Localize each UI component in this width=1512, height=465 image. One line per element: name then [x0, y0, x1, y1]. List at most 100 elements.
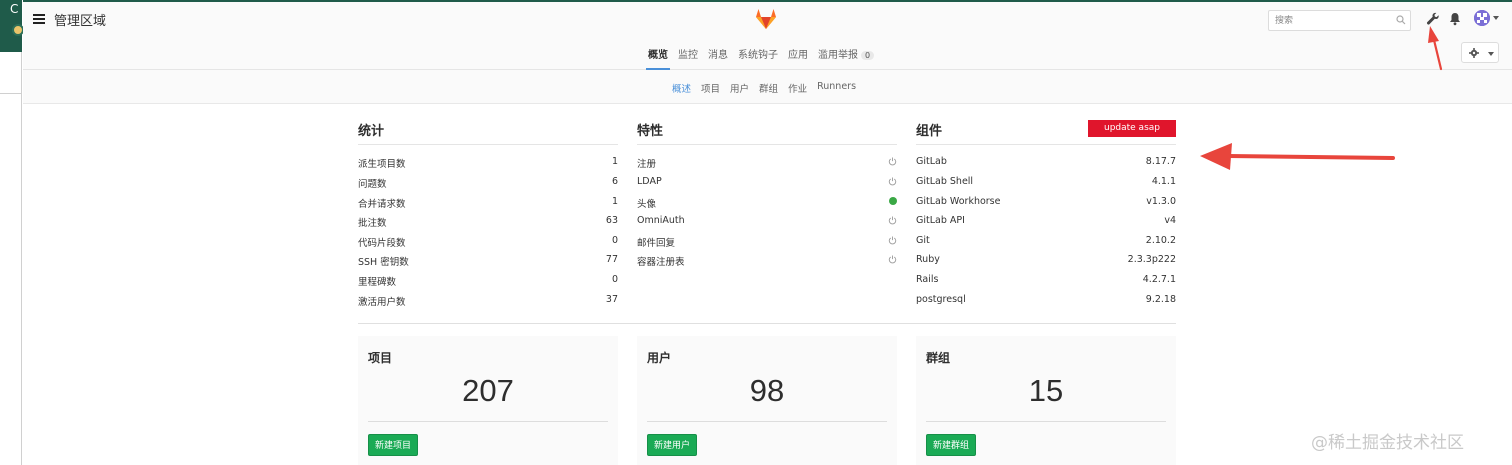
component-version: 9.2.18	[1145, 294, 1176, 305]
watermark-text: @稀土掘金技术社区	[1311, 433, 1464, 453]
stat-value: 0	[611, 235, 618, 246]
subnav-item-runners[interactable]: Runners	[812, 70, 861, 104]
stat-label: 问题数	[358, 179, 387, 190]
admin-wrench-icon[interactable]	[1426, 12, 1440, 26]
new-group-button[interactable]: 新建群组	[926, 434, 977, 456]
tab-label: 监控	[678, 50, 698, 61]
new-project-button[interactable]: 新建项目	[368, 434, 419, 456]
divider	[358, 144, 618, 145]
statistics-title: 统计	[358, 124, 385, 139]
component-version: 4.1.1	[1151, 176, 1176, 187]
gitlab-logo-icon[interactable]	[754, 7, 778, 31]
feature-label: 容器注册表	[637, 257, 685, 268]
menu-toggle-button[interactable]	[33, 14, 45, 24]
subnav-item-jobs[interactable]: 作业	[783, 70, 812, 104]
component-version: v1.3.0	[1146, 196, 1176, 207]
subnav-item-overview[interactable]: 概述	[667, 70, 696, 104]
tab-applications[interactable]: 应用	[783, 38, 813, 70]
feature-label: 头像	[637, 199, 657, 210]
component-row: GitLab Shell 4.1.1	[916, 176, 1176, 196]
component-version: 4.2.7.1	[1142, 274, 1176, 285]
feature-label: 注册	[637, 159, 657, 170]
stat-label: SSH 密钥数	[358, 257, 409, 268]
component-row: GitLab 8.17.7	[916, 156, 1176, 176]
subnav-item-groups[interactable]: 群组	[754, 70, 783, 104]
abuse-count-badge: 0	[861, 51, 875, 60]
stat-label: 里程碑数	[358, 277, 397, 288]
tab-system-hooks[interactable]: 系统钩子	[733, 38, 783, 70]
stat-value: 6	[611, 176, 618, 187]
gear-icon	[1469, 48, 1479, 58]
power-off-icon	[888, 255, 897, 264]
tab-label: 消息	[708, 50, 728, 61]
stat-label: 激活用户数	[358, 297, 406, 308]
feature-label: LDAP	[637, 176, 662, 187]
top-header: 管理区域 搜索 概览 监控 消息 系统钩子 应用 滥用举报 0	[23, 2, 1512, 70]
tab-messages[interactable]: 消息	[703, 38, 733, 70]
feature-row: 注册	[637, 156, 897, 176]
stat-value: 63	[605, 215, 618, 226]
card-title: 用户	[647, 351, 672, 365]
component-label: Rails	[916, 274, 939, 285]
groups-count: 15	[1028, 373, 1064, 408]
component-version: 2.3.3p222	[1127, 254, 1176, 265]
component-version: 2.10.2	[1145, 235, 1176, 246]
card-title: 群组	[926, 351, 951, 365]
component-version: 8.17.7	[1145, 156, 1176, 167]
power-off-icon	[888, 236, 897, 245]
component-row: GitLab Workhorse v1.3.0	[916, 196, 1176, 216]
subnav-item-projects[interactable]: 项目	[696, 70, 725, 104]
feature-row: OmniAuth	[637, 215, 897, 235]
power-off-icon	[888, 177, 897, 186]
tab-label: 系统钩子	[738, 50, 778, 61]
divider	[647, 421, 887, 422]
update-asap-button[interactable]: update asap	[1088, 120, 1176, 137]
component-row: Ruby 2.3.3p222	[916, 254, 1176, 274]
users-card: 用户 98 新建用户	[637, 336, 897, 465]
feature-label: OmniAuth	[637, 215, 685, 226]
feature-row: 邮件回复	[637, 235, 897, 255]
page-title: 管理区域	[54, 14, 107, 29]
stat-label: 批注数	[358, 218, 387, 229]
notification-bell-icon[interactable]	[1449, 12, 1461, 26]
stat-value: 37	[605, 294, 618, 305]
search-input[interactable]	[1268, 10, 1411, 31]
features-title: 特性	[637, 124, 664, 139]
component-row: postgresql 9.2.18	[916, 294, 1176, 314]
stat-row: 批注数 63	[358, 215, 618, 235]
component-label: GitLab Workhorse	[916, 196, 1001, 207]
avatar-pattern-icon	[1474, 10, 1490, 26]
gitlab-admin-app: 管理区域 搜索 概览 监控 消息 系统钩子 应用 滥用举报 0 概述 项目 用户…	[23, 0, 1512, 465]
settings-dropdown-button[interactable]	[1461, 42, 1499, 63]
component-label: postgresql	[916, 294, 966, 305]
stat-value: 77	[605, 254, 618, 265]
background-window-letter: C	[10, 2, 19, 16]
divider	[368, 421, 608, 422]
power-off-icon	[888, 216, 897, 225]
new-user-button[interactable]: 新建用户	[647, 434, 698, 456]
stat-row: 里程碑数 0	[358, 274, 618, 294]
tab-label: 滥用举报	[818, 50, 858, 61]
user-avatar[interactable]	[1474, 10, 1490, 26]
component-row: GitLab API v4	[916, 215, 1176, 235]
stat-row: 问题数 6	[358, 176, 618, 196]
tab-monitoring[interactable]: 监控	[673, 38, 703, 70]
background-window-divider	[0, 93, 22, 94]
divider	[926, 421, 1166, 422]
feature-label: 邮件回复	[637, 238, 676, 249]
subnav-item-users[interactable]: 用户	[725, 70, 754, 104]
projects-card: 项目 207 新建项目	[358, 336, 618, 465]
divider	[916, 144, 1176, 145]
chevron-down-icon[interactable]	[1493, 16, 1499, 20]
stat-row: 派生项目数 1	[358, 156, 618, 176]
tab-label: 概览	[648, 50, 668, 61]
component-label: GitLab API	[916, 215, 965, 226]
stat-value: 1	[611, 196, 618, 207]
feature-row: LDAP	[637, 176, 897, 196]
tab-abuse-reports[interactable]: 滥用举报 0	[813, 38, 879, 70]
tab-overview[interactable]: 概览	[643, 38, 673, 70]
stat-label: 派生项目数	[358, 159, 406, 170]
component-version: v4	[1164, 215, 1176, 226]
background-window-strip: C	[0, 0, 24, 465]
users-count: 98	[749, 373, 785, 408]
